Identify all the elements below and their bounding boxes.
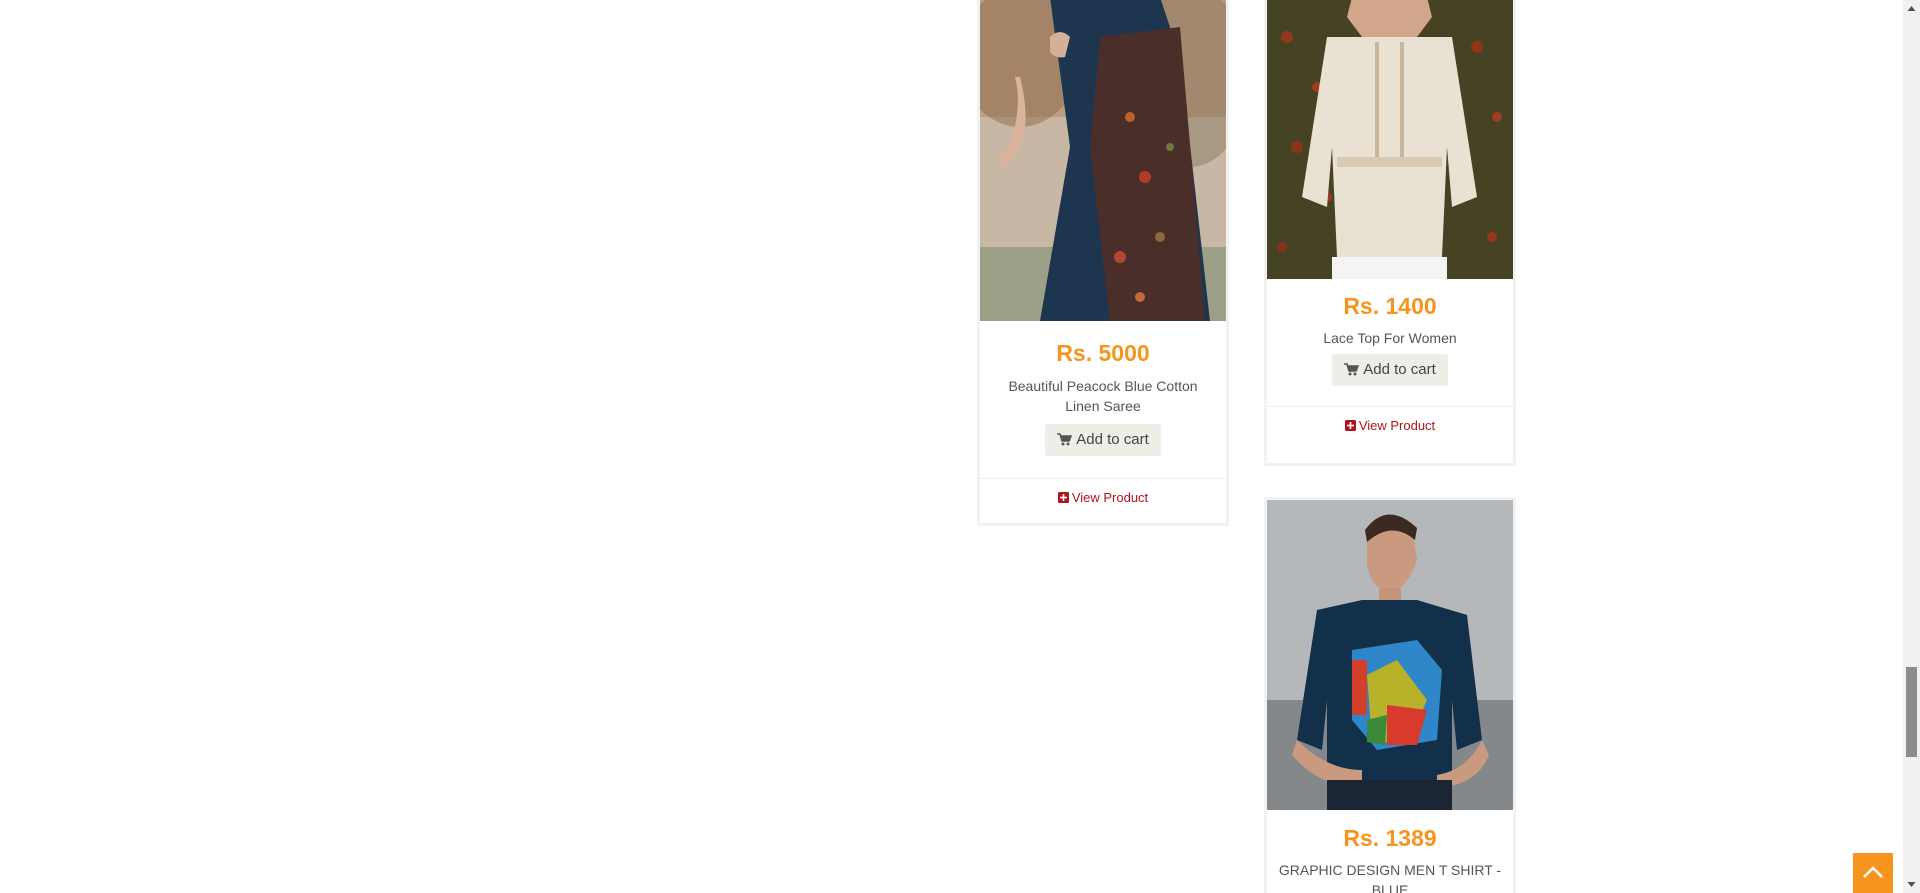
page: Rs. 5000 Beautiful Peacock Blue Cotton L…: [0, 0, 1920, 893]
saree-model-photo: [980, 0, 1226, 321]
product-name[interactable]: GRAPHIC DESIGN MEN T SHIRT - BLUE: [1267, 860, 1513, 893]
plus-square-icon: [1057, 492, 1069, 503]
product-card: Rs. 1400 Lace Top For Women Add to cart …: [1264, 0, 1516, 466]
scrollbar-thumb[interactable]: [1906, 667, 1917, 757]
lace-top-model-photo: [1267, 0, 1513, 279]
product-card: Rs. 1389 GRAPHIC DESIGN MEN T SHIRT - BL…: [1264, 497, 1516, 893]
view-product-label: View Product: [1071, 490, 1149, 505]
add-to-cart-label: Add to cart: [1363, 361, 1436, 378]
product-card: Rs. 5000 Beautiful Peacock Blue Cotton L…: [977, 0, 1229, 526]
product-name[interactable]: Lace Top For Women: [1267, 328, 1513, 348]
product-image[interactable]: [980, 0, 1226, 321]
shopping-cart-icon: [1344, 363, 1360, 376]
triangle-down-icon: [1907, 882, 1916, 887]
view-product-label: View Product: [1358, 418, 1436, 433]
product-name[interactable]: Beautiful Peacock Blue Cotton Linen Sare…: [980, 376, 1226, 416]
scroll-up-arrow[interactable]: [1903, 0, 1920, 17]
chevron-up-icon: [1863, 866, 1883, 878]
product-image[interactable]: [1267, 0, 1513, 279]
product-price: Rs. 1400: [1343, 293, 1437, 319]
add-to-cart-label: Add to cart: [1076, 431, 1149, 448]
t-shirt-model-photo: [1267, 500, 1513, 810]
vertical-scrollbar[interactable]: [1903, 0, 1920, 893]
scroll-to-top-button[interactable]: [1853, 853, 1893, 893]
plus-square-icon: [1344, 420, 1356, 431]
product-price: Rs. 1389: [1343, 825, 1437, 851]
product-price: Rs. 5000: [1056, 340, 1150, 366]
product-image[interactable]: [1267, 500, 1513, 810]
add-to-cart-button[interactable]: Add to cart: [1332, 354, 1448, 386]
shopping-cart-icon: [1057, 433, 1073, 446]
add-to-cart-button[interactable]: Add to cart: [1045, 424, 1161, 456]
scroll-down-arrow[interactable]: [1903, 876, 1920, 893]
triangle-up-icon: [1907, 6, 1916, 11]
view-product-link[interactable]: View Product: [980, 478, 1226, 517]
view-product-link[interactable]: View Product: [1267, 406, 1513, 445]
